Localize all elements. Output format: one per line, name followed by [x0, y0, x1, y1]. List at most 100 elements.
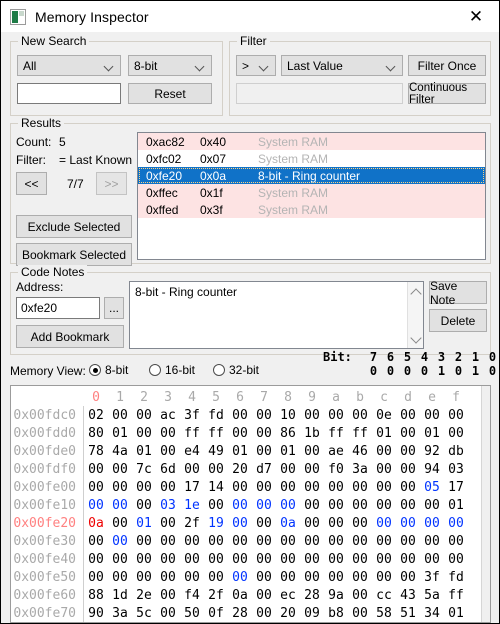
- hex-byte-cell[interactable]: 78: [84, 444, 108, 459]
- hex-byte-cell[interactable]: 00: [252, 498, 276, 513]
- hex-byte-cell[interactable]: 00: [108, 462, 132, 477]
- delete-note-button[interactable]: Delete: [429, 309, 487, 332]
- hex-byte-cell[interactable]: e4: [180, 444, 204, 459]
- hex-byte-cell[interactable]: 00: [108, 552, 132, 567]
- hex-byte-cell[interactable]: 01: [276, 444, 300, 459]
- hex-byte-cell[interactable]: 00: [300, 552, 324, 567]
- hex-byte-cell[interactable]: 00: [228, 498, 252, 513]
- hex-byte-cell[interactable]: 00: [324, 570, 348, 585]
- hex-byte-cell[interactable]: 00: [108, 570, 132, 585]
- hex-byte-cell[interactable]: 3f: [180, 408, 204, 423]
- hex-byte-cell[interactable]: 0a: [228, 588, 252, 603]
- bit-value[interactable]: 1: [433, 364, 450, 378]
- hex-byte-cell[interactable]: 00: [300, 444, 324, 459]
- hex-byte-cell[interactable]: 5a: [420, 588, 444, 603]
- hex-byte-cell[interactable]: fd: [444, 570, 468, 585]
- hex-byte-cell[interactable]: 00: [372, 462, 396, 477]
- hex-byte-cell[interactable]: 00: [156, 570, 180, 585]
- search-size-select[interactable]: 8-bit: [128, 55, 212, 76]
- hex-byte-cell[interactable]: 00: [252, 444, 276, 459]
- hex-byte-cell[interactable]: 49: [204, 444, 228, 459]
- bit-value[interactable]: 0: [365, 364, 382, 378]
- hex-byte-cell[interactable]: 00: [132, 408, 156, 423]
- hex-byte-cell[interactable]: 00: [372, 552, 396, 567]
- add-bookmark-button[interactable]: Add Bookmark: [16, 325, 124, 348]
- memory-view-radio-16-bit[interactable]: 16-bit: [149, 363, 195, 377]
- hex-byte-cell[interactable]: 00: [348, 480, 372, 495]
- hex-byte-cell[interactable]: 00: [84, 462, 108, 477]
- hex-byte-cell[interactable]: 00: [348, 534, 372, 549]
- hex-byte-cell[interactable]: 00: [324, 498, 348, 513]
- hex-byte-cell[interactable]: 0e: [372, 408, 396, 423]
- hex-byte-cell[interactable]: 00: [108, 408, 132, 423]
- hex-byte-cell[interactable]: 01: [132, 516, 156, 531]
- hex-byte-cell[interactable]: 28: [228, 606, 252, 621]
- hex-byte-cell[interactable]: db: [444, 444, 468, 459]
- hex-byte-cell[interactable]: 00: [372, 444, 396, 459]
- hex-byte-cell[interactable]: 00: [180, 462, 204, 477]
- hex-byte-cell[interactable]: 00: [348, 498, 372, 513]
- hex-byte-cell[interactable]: 00: [372, 534, 396, 549]
- hex-byte-cell[interactable]: cc: [372, 588, 396, 603]
- hex-memory-view[interactable]: 0 1 2 3 4 5 6 7 8 9 a b c d e f 0x00fdc0 02 00 00 ac 3f fd 00 00…: [10, 385, 491, 623]
- hex-byte-cell[interactable]: 00: [396, 498, 420, 513]
- hex-byte-cell[interactable]: 00: [276, 480, 300, 495]
- bit-value[interactable]: 0: [484, 364, 500, 378]
- bit-value[interactable]: 0: [450, 364, 467, 378]
- hex-byte-cell[interactable]: 00: [348, 606, 372, 621]
- hex-byte-cell[interactable]: 00: [324, 480, 348, 495]
- hex-byte-cell[interactable]: 00: [372, 498, 396, 513]
- hex-byte-cell[interactable]: 00: [300, 408, 324, 423]
- hex-byte-cell[interactable]: 00: [324, 552, 348, 567]
- hex-byte-cell[interactable]: 14: [204, 480, 228, 495]
- hex-byte-cell[interactable]: 00: [156, 588, 180, 603]
- hex-byte-cell[interactable]: ae: [324, 444, 348, 459]
- hex-byte-cell[interactable]: ff: [348, 426, 372, 441]
- filter-once-button[interactable]: Filter Once: [408, 55, 486, 76]
- bit-value[interactable]: 1: [467, 364, 484, 378]
- bit-value[interactable]: 0: [416, 364, 433, 378]
- hex-byte-cell[interactable]: 00: [204, 534, 228, 549]
- hex-byte-cell[interactable]: ac: [156, 408, 180, 423]
- browse-address-button[interactable]: ...: [104, 297, 124, 319]
- hex-byte-cell[interactable]: 17: [180, 480, 204, 495]
- hex-byte-cell[interactable]: 00: [252, 516, 276, 531]
- hex-byte-cell[interactable]: 7c: [132, 462, 156, 477]
- hex-byte-cell[interactable]: 00: [444, 534, 468, 549]
- hex-byte-cell[interactable]: 1b: [300, 426, 324, 441]
- hex-byte-cell[interactable]: 00: [324, 516, 348, 531]
- hex-byte-cell[interactable]: 00: [396, 408, 420, 423]
- hex-byte-cell[interactable]: 00: [204, 570, 228, 585]
- hex-byte-cell[interactable]: 2e: [132, 588, 156, 603]
- hex-byte-cell[interactable]: 00: [252, 534, 276, 549]
- bookmark-selected-button[interactable]: Bookmark Selected: [16, 243, 132, 266]
- hex-byte-cell[interactable]: 00: [84, 534, 108, 549]
- filter-value-input[interactable]: [236, 83, 403, 104]
- result-row[interactable]: 0xffec 0x1f System RAM: [138, 184, 485, 201]
- hex-byte-cell[interactable]: 00: [396, 516, 420, 531]
- hex-byte-cell[interactable]: 2f: [180, 516, 204, 531]
- hex-byte-cell[interactable]: 00: [444, 426, 468, 441]
- hex-byte-cell[interactable]: 20: [228, 462, 252, 477]
- hex-byte-cell[interactable]: 3a: [108, 606, 132, 621]
- filter-operand-select[interactable]: Last Value: [281, 55, 403, 76]
- hex-byte-cell[interactable]: 00: [156, 516, 180, 531]
- hex-byte-cell[interactable]: 00: [180, 534, 204, 549]
- hex-byte-cell[interactable]: 4a: [108, 444, 132, 459]
- hex-byte-cell[interactable]: 00: [156, 606, 180, 621]
- hex-byte-cell[interactable]: 03: [444, 462, 468, 477]
- hex-byte-cell[interactable]: 92: [420, 444, 444, 459]
- hex-byte-cell[interactable]: 51: [396, 606, 420, 621]
- close-icon[interactable]: ✕: [453, 1, 499, 32]
- hex-byte-cell[interactable]: fd: [204, 408, 228, 423]
- hex-byte-cell[interactable]: 00: [348, 570, 372, 585]
- hex-byte-cell[interactable]: 86: [276, 426, 300, 441]
- hex-byte-cell[interactable]: ff: [444, 588, 468, 603]
- hex-byte-cell[interactable]: 94: [420, 462, 444, 477]
- hex-byte-cell[interactable]: 01: [132, 444, 156, 459]
- continuous-filter-button[interactable]: Continuous Filter: [408, 82, 486, 106]
- hex-byte-cell[interactable]: 00: [84, 480, 108, 495]
- hex-byte-cell[interactable]: 00: [132, 570, 156, 585]
- hex-byte-cell[interactable]: 00: [396, 570, 420, 585]
- hex-byte-cell[interactable]: 00: [108, 516, 132, 531]
